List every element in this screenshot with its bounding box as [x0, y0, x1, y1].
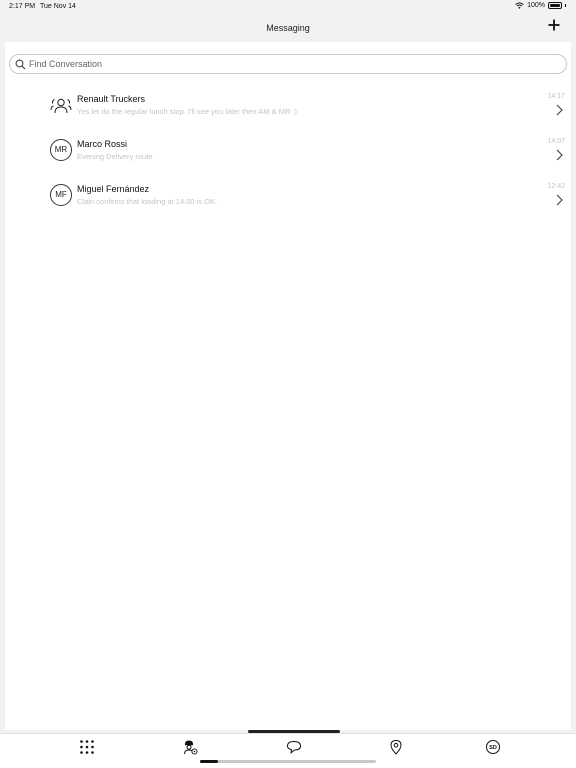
avatar: MF	[50, 184, 72, 206]
chevron-right-icon	[556, 149, 563, 161]
status-indicators: 100%	[515, 2, 566, 9]
conversation-preview: Yes let do the regular lunch stop. I'll …	[77, 107, 298, 116]
tab-messaging[interactable]	[286, 739, 302, 755]
add-conversation-button[interactable]	[546, 18, 562, 34]
conversation-preview: Clain confirms that loading at 14.00 is …	[77, 197, 218, 206]
tab-driver[interactable]	[182, 739, 198, 755]
avatar: MR	[50, 139, 72, 161]
home-indicator	[200, 760, 376, 763]
plus-icon	[548, 19, 560, 31]
conversation-time: 14:17	[547, 93, 565, 100]
tab-sd[interactable]: SD	[485, 739, 501, 755]
status-bar: 2:17 PM Tue Nov 14 100%	[0, 0, 576, 14]
tab-apps[interactable]	[79, 739, 95, 755]
conversation-item[interactable]: Renault Truckers Yes let do the regular …	[5, 87, 571, 132]
conversation-preview: Evening Delivery route	[77, 152, 153, 161]
status-time: 2:17 PM	[9, 3, 36, 10]
conversation-time: 14:07	[547, 138, 565, 145]
status-date: Tue Nov 14	[40, 3, 76, 10]
home-indicator-progress	[200, 760, 218, 763]
conversation-name: Renault Truckers	[77, 94, 146, 104]
location-pin-icon	[390, 739, 402, 755]
search-input[interactable]	[29, 59, 549, 69]
battery-tip	[565, 4, 566, 7]
chat-bubble-icon	[286, 740, 302, 754]
nav-bar: Messaging	[0, 14, 576, 42]
search-bar[interactable]	[9, 54, 567, 74]
conversation-list: Renault Truckers Yes let do the regular …	[5, 87, 571, 222]
chevron-right-icon	[556, 104, 563, 116]
chevron-right-icon	[556, 194, 563, 206]
search-icon	[15, 59, 26, 69]
conversation-name: Marco Rossi	[77, 139, 128, 149]
sd-label: SD	[489, 745, 497, 751]
apps-grid-icon	[80, 740, 94, 754]
group-icon	[50, 98, 72, 114]
page-title: Messaging	[266, 23, 310, 33]
battery-percent: 100%	[527, 2, 545, 9]
wifi-icon	[515, 2, 524, 9]
conversation-item[interactable]: MR Marco Rossi Evening Delivery route 14…	[5, 132, 571, 177]
driver-icon	[184, 740, 198, 755]
conversation-time: 12:42	[547, 183, 565, 190]
conversation-item[interactable]: MF Miguel Fernández Clain confirms that …	[5, 177, 571, 222]
battery-icon	[548, 2, 562, 9]
conversation-panel: Renault Truckers Yes let do the regular …	[5, 42, 571, 730]
sd-icon: SD	[486, 740, 500, 754]
tab-location[interactable]	[388, 739, 404, 755]
conversation-name: Miguel Fernández	[77, 184, 150, 194]
